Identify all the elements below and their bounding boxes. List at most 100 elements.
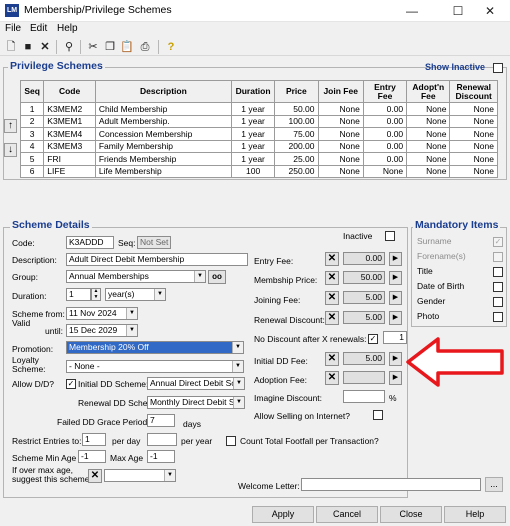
min-age-input[interactable]: -1 xyxy=(78,450,106,463)
clear-renewal-discount-button[interactable]: ✕ xyxy=(325,311,339,325)
chevron-down-icon[interactable]: ▼ xyxy=(194,271,205,282)
restrict-day-input[interactable]: 1 xyxy=(82,433,106,446)
table-row[interactable]: 6 LIFE Life Membership 100 250.00 None None Non… xyxy=(19,164,498,178)
loyalty-select[interactable]: - None - ▼ xyxy=(66,360,244,373)
restrict-year-input[interactable] xyxy=(147,433,177,446)
clear-joining-fee-button[interactable]: ✕ xyxy=(325,291,339,305)
mandatory-item-checkbox: ✓ xyxy=(493,237,503,247)
clear-entry-fee-button[interactable]: ✕ xyxy=(325,252,339,266)
membership-price-arrow-icon[interactable]: ▶ xyxy=(389,271,402,285)
inactive-label: Inactive xyxy=(343,231,373,241)
column-header[interactable]: Seq xyxy=(19,80,45,103)
chevron-down-icon[interactable]: ▼ xyxy=(232,361,243,372)
entry-fee-label: Entry Fee: xyxy=(254,256,294,266)
chevron-down-icon[interactable]: ▼ xyxy=(233,397,244,408)
mandatory-item-checkbox[interactable] xyxy=(493,267,503,277)
move-down-icon[interactable]: ↓ xyxy=(4,143,17,157)
clear-over-max-button[interactable]: ✕ xyxy=(88,469,102,483)
promotion-select[interactable]: Membership 20% Off ▼ xyxy=(66,341,244,354)
no-discount-checkbox[interactable]: ✓ xyxy=(368,334,378,344)
column-header[interactable]: Renewal Discount xyxy=(449,80,498,103)
welcome-letter-input[interactable] xyxy=(301,478,481,491)
initial-dd-fee-input[interactable]: 5.00 xyxy=(343,352,385,365)
renewal-discount-arrow-icon[interactable]: ▶ xyxy=(389,311,402,325)
paste-icon[interactable]: 📋 xyxy=(120,40,134,54)
chevron-down-icon[interactable]: ▼ xyxy=(233,378,244,389)
show-inactive-checkbox[interactable] xyxy=(493,63,503,73)
failed-dd-input[interactable]: 7 xyxy=(147,414,175,427)
adoption-fee-arrow-icon[interactable]: ▶ xyxy=(389,371,402,385)
chevron-down-icon[interactable]: ▼ xyxy=(164,470,175,481)
close-window-button[interactable]: ✕ xyxy=(470,0,510,22)
duration-input[interactable]: 1 xyxy=(66,288,91,301)
column-header[interactable]: Join Fee xyxy=(317,80,364,103)
cut-icon[interactable]: ✂ xyxy=(86,40,100,54)
help-button[interactable]: Help xyxy=(444,506,506,523)
renewal-dd-scheme-select[interactable]: Monthly Direct Debit S ▼ xyxy=(147,396,245,409)
joining-fee-input[interactable]: 5.00 xyxy=(343,291,385,304)
column-header[interactable]: Adopt'n Fee xyxy=(406,80,451,103)
table-row[interactable]: 1 K3MEM2 Child Membership 1 year 50.00 None 0.… xyxy=(19,102,498,116)
save-icon[interactable]: ■ xyxy=(21,40,35,54)
mandatory-item-checkbox[interactable] xyxy=(493,297,503,307)
imagine-discount-input[interactable] xyxy=(343,390,385,403)
membership-price-input[interactable]: 50.00 xyxy=(343,271,385,284)
menu-file[interactable]: File xyxy=(5,23,21,34)
clear-adoption-fee-button[interactable]: ✕ xyxy=(325,371,339,385)
browse-button[interactable]: ... xyxy=(485,477,503,492)
cancel-button[interactable]: Cancel xyxy=(316,506,378,523)
find-icon[interactable]: ⚲ xyxy=(62,40,76,54)
allow-selling-checkbox[interactable] xyxy=(373,410,383,420)
column-header[interactable]: Duration xyxy=(230,80,276,103)
chevron-down-icon[interactable]: ▼ xyxy=(126,325,137,336)
max-age-input[interactable]: -1 xyxy=(147,450,175,463)
close-button[interactable]: Close xyxy=(380,506,442,523)
duration-spinner[interactable]: ▲ ▼ xyxy=(91,288,101,301)
entry-fee-arrow-icon[interactable]: ▶ xyxy=(389,252,402,266)
menu-edit[interactable]: Edit xyxy=(30,23,47,34)
help-icon[interactable]: ? xyxy=(164,40,178,54)
table-row[interactable]: 2 K3MEM1 Adult Membership. 1 year 100.00 None… xyxy=(19,114,498,128)
scheme-from-date[interactable]: 11 Nov 2024 ▼ xyxy=(66,307,138,320)
over-max-select[interactable]: ▼ xyxy=(104,469,176,482)
adoption-fee-input[interactable] xyxy=(343,371,385,384)
copy-icon[interactable]: ❐ xyxy=(103,40,117,54)
mandatory-item-checkbox[interactable] xyxy=(493,312,503,322)
clear-membership-price-button[interactable]: ✕ xyxy=(325,271,339,285)
mandatory-item-checkbox[interactable] xyxy=(493,282,503,292)
description-input[interactable]: Adult Direct Debit Membership xyxy=(66,253,248,266)
renewal-discount-input[interactable]: 5.00 xyxy=(343,311,385,324)
mandatory-item-checkbox xyxy=(493,252,503,262)
binoculars-icon[interactable]: oo xyxy=(208,270,226,284)
chevron-down-icon[interactable]: ▼ xyxy=(126,308,137,319)
new-document-icon[interactable]: 🗋 xyxy=(4,40,18,54)
initial-dd-scheme-checkbox[interactable]: ✓ xyxy=(66,379,76,389)
move-up-icon[interactable]: ↑ xyxy=(4,119,17,133)
column-header[interactable]: Code xyxy=(43,80,96,103)
code-input[interactable]: K3ADDD xyxy=(66,236,114,249)
column-header[interactable]: Description xyxy=(94,80,232,103)
chevron-down-icon[interactable]: ▼ xyxy=(232,342,243,353)
entry-fee-input[interactable]: 0.00 xyxy=(343,252,385,265)
table-header: Seq Code Description Duration Price Join… xyxy=(19,80,498,103)
table-row[interactable]: 5 FRI Friends Membership 1 year 25.00 None 0.0… xyxy=(19,152,498,166)
joining-fee-arrow-icon[interactable]: ▶ xyxy=(389,291,402,305)
menu-help[interactable]: Help xyxy=(57,23,78,34)
initial-dd-scheme-select[interactable]: Annual Direct Debit Sc ▼ xyxy=(147,377,245,390)
group-select[interactable]: Annual Memberships ▼ xyxy=(66,270,206,283)
column-header[interactable]: Entry Fee xyxy=(362,80,408,103)
table-row[interactable]: 3 K3MEM4 Concession Membership 1 year 75.00 N… xyxy=(19,127,498,141)
column-header[interactable]: Price xyxy=(274,80,319,103)
duration-unit-select[interactable]: year(s) ▼ xyxy=(105,288,166,301)
count-footfall-checkbox[interactable] xyxy=(226,436,236,446)
inactive-checkbox[interactable] xyxy=(385,231,395,241)
initial-dd-fee-arrow-icon[interactable]: ▶ xyxy=(389,352,402,366)
minimize-button[interactable]: — xyxy=(392,0,432,22)
print-icon[interactable]: ⎙ xyxy=(138,40,152,54)
chevron-down-icon[interactable]: ▼ xyxy=(154,289,165,300)
delete-icon[interactable]: ✕ xyxy=(38,40,52,54)
apply-button[interactable]: Apply xyxy=(252,506,314,523)
table-row[interactable]: 4 K3MEM3 Family Membership 1 year 200.00 None… xyxy=(19,139,498,153)
until-date[interactable]: 15 Dec 2029 ▼ xyxy=(66,324,138,337)
clear-initial-dd-fee-button[interactable]: ✕ xyxy=(325,352,339,366)
